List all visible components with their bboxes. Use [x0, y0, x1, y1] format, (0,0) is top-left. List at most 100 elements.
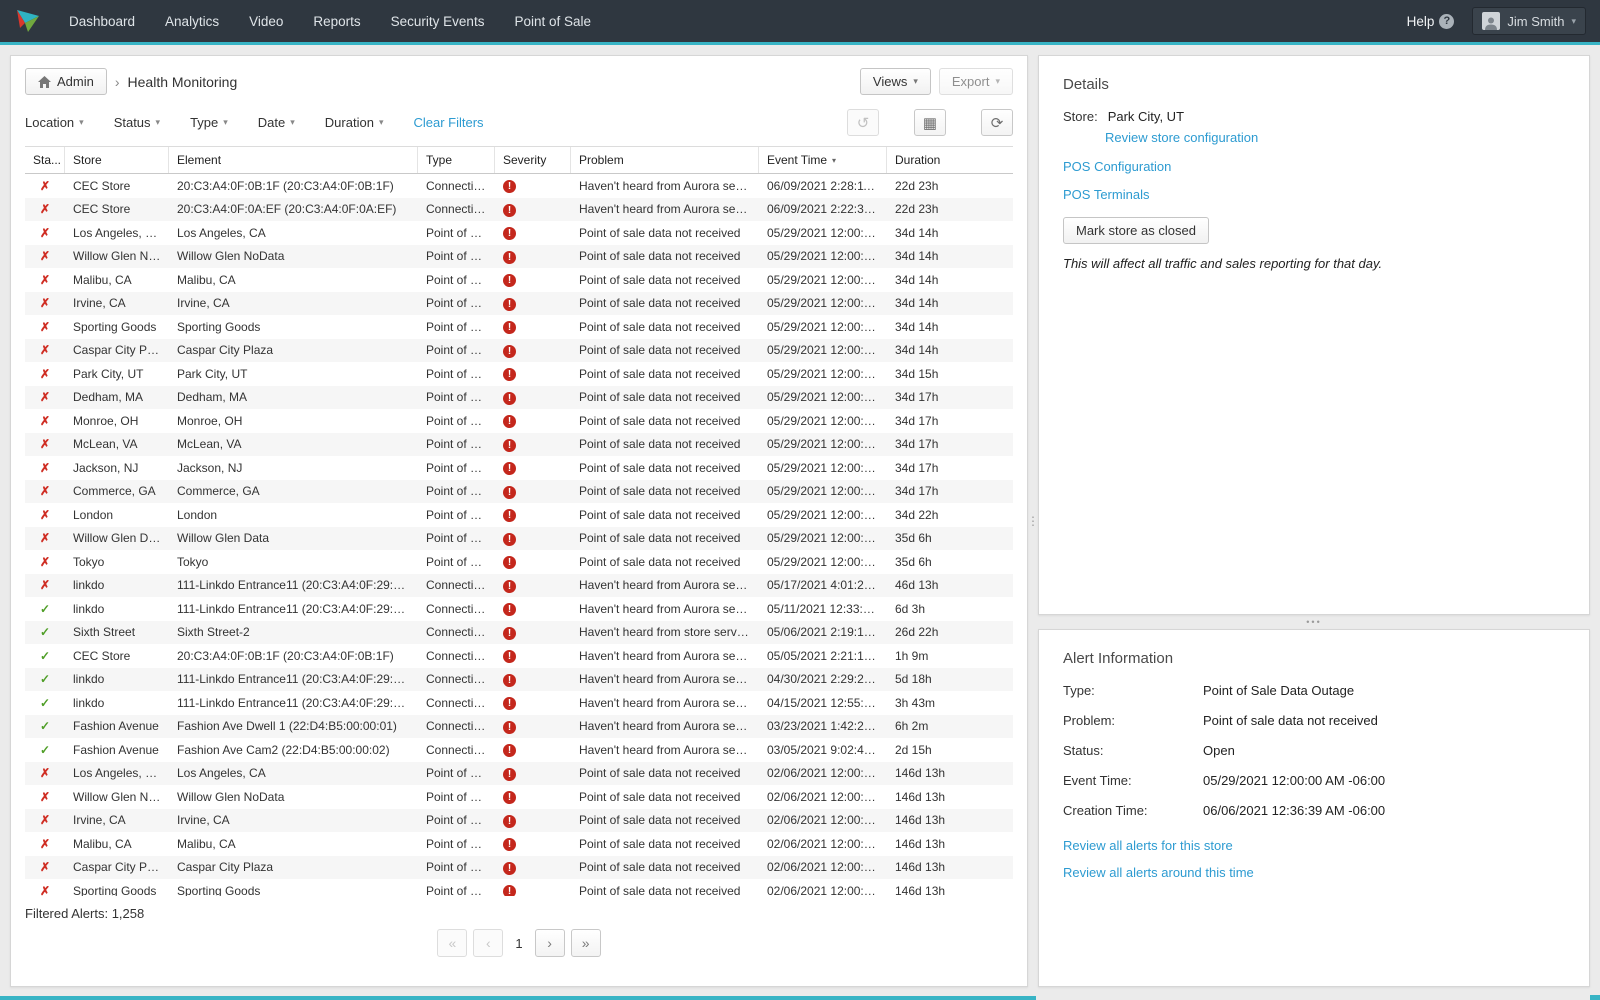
column-header-element[interactable]: Element	[169, 147, 418, 173]
review-store-configuration-link[interactable]: Review store configuration	[1105, 130, 1258, 145]
table-row[interactable]: ✗linkdo111-Linkdo Entrance11 (20:C3:A4:0…	[25, 574, 1013, 598]
column-header-type[interactable]: Type	[418, 147, 495, 173]
filter-date[interactable]: Date ▾	[258, 115, 295, 130]
pos-terminals-link[interactable]: POS Terminals	[1063, 187, 1565, 202]
cell-severity: !	[495, 742, 571, 757]
cell-problem: Point of sale data not received	[571, 766, 759, 780]
cell-type: Point of Sal...	[418, 437, 495, 451]
cell-type: Point of Sal...	[418, 367, 495, 381]
status-error-icon: ✗	[25, 837, 65, 851]
nav-item-analytics[interactable]: Analytics	[152, 0, 232, 44]
status-error-icon: ✗	[25, 202, 65, 216]
severity-critical-icon: !	[503, 251, 516, 264]
table-row[interactable]: ✓Sixth StreetSixth Street-2Connectivity!…	[25, 621, 1013, 645]
last-page-button[interactable]: »	[571, 929, 601, 957]
filter-location[interactable]: Location ▾	[25, 115, 84, 130]
table-row[interactable]: ✗Malibu, CAMalibu, CAPoint of Sal...!Poi…	[25, 832, 1013, 856]
table-row[interactable]: ✗Willow Glen DataWillow Glen DataPoint o…	[25, 527, 1013, 551]
column-header-status[interactable]: Sta...	[25, 147, 65, 173]
cell-element: Monroe, OH	[169, 414, 418, 428]
review-alerts-time-link[interactable]: Review all alerts around this time	[1063, 865, 1565, 880]
cell-problem: Point of sale data not received	[571, 437, 759, 451]
table-row[interactable]: ✗Irvine, CAIrvine, CAPoint of Sal...!Poi…	[25, 292, 1013, 316]
status-ok-icon: ✓	[25, 649, 65, 663]
table-row[interactable]: ✗Los Angeles, CALos Angeles, CAPoint of …	[25, 221, 1013, 245]
vertical-resize-handle[interactable]: ⋮	[1028, 55, 1038, 987]
cell-element: Irvine, CA	[169, 813, 418, 827]
column-header-duration[interactable]: Duration	[887, 147, 1013, 173]
table-row[interactable]: ✗Monroe, OHMonroe, OHPoint of Sal...!Poi…	[25, 409, 1013, 433]
filter-status[interactable]: Status ▾	[114, 115, 160, 130]
cell-element: Caspar City Plaza	[169, 343, 418, 357]
table-row[interactable]: ✗Los Angeles, CALos Angeles, CAPoint of …	[25, 762, 1013, 786]
cell-event-time: 02/06/2021 12:00:00 ...	[759, 837, 887, 851]
table-row[interactable]: ✗CEC Store20:C3:A4:0F:0B:1F (20:C3:A4:0F…	[25, 174, 1013, 198]
filter-duration[interactable]: Duration ▾	[325, 115, 384, 130]
pos-configuration-link[interactable]: POS Configuration	[1063, 159, 1565, 174]
nav-item-security-events[interactable]: Security Events	[378, 0, 498, 44]
severity-critical-icon: !	[503, 815, 516, 828]
table-row[interactable]: ✓linkdo111-Linkdo Entrance11 (20:C3:A4:0…	[25, 597, 1013, 621]
table-row[interactable]: ✗Malibu, CAMalibu, CAPoint of Sal...!Poi…	[25, 268, 1013, 292]
export-button[interactable]: Export ▾	[939, 68, 1013, 95]
sort-desc-icon: ▾	[832, 156, 836, 165]
column-header-problem[interactable]: Problem	[571, 147, 759, 173]
column-header-store[interactable]: Store	[65, 147, 169, 173]
table-row[interactable]: ✗Willow Glen No...Willow Glen NoDataPoin…	[25, 785, 1013, 809]
table-row[interactable]: ✗Dedham, MADedham, MAPoint of Sal...!Poi…	[25, 386, 1013, 410]
table-row[interactable]: ✗McLean, VAMcLean, VAPoint of Sal...!Poi…	[25, 433, 1013, 457]
table-row[interactable]: ✗Willow Glen No...Willow Glen NoDataPoin…	[25, 245, 1013, 269]
help-menu[interactable]: Help ?	[1407, 14, 1455, 29]
user-menu[interactable]: Jim Smith ▾	[1472, 7, 1586, 35]
table-row[interactable]: ✓Fashion AvenueFashion Ave Dwell 1 (22:D…	[25, 715, 1013, 739]
column-header-event-time[interactable]: Event Time ▾	[759, 147, 887, 173]
cell-duration: 34d 17h	[887, 484, 1013, 498]
admin-button-label: Admin	[57, 74, 94, 89]
clear-filters-link[interactable]: Clear Filters	[413, 115, 483, 130]
horizontal-resize-handle[interactable]: •••	[1038, 615, 1590, 629]
filter-type[interactable]: Type ▾	[190, 115, 228, 130]
nav-item-video[interactable]: Video	[236, 0, 296, 44]
cell-problem: Haven't heard from Aurora sensor...	[571, 743, 759, 757]
table-row[interactable]: ✓linkdo111-Linkdo Entrance11 (20:C3:A4:0…	[25, 668, 1013, 692]
table-row[interactable]: ✗CEC Store20:C3:A4:0F:0A:EF (20:C3:A4:0F…	[25, 198, 1013, 222]
column-header-severity[interactable]: Severity	[495, 147, 571, 173]
next-page-button[interactable]: ›	[535, 929, 565, 957]
refresh-button[interactable]: ⟳	[981, 109, 1013, 136]
table-row[interactable]: ✗Sporting GoodsSporting GoodsPoint of Sa…	[25, 315, 1013, 339]
table-row[interactable]: ✗LondonLondonPoint of Sal...!Point of sa…	[25, 503, 1013, 527]
cell-problem: Point of sale data not received	[571, 461, 759, 475]
undo-button[interactable]: ↺	[847, 109, 879, 136]
cell-duration: 146d 13h	[887, 813, 1013, 827]
nav-item-dashboard[interactable]: Dashboard	[56, 0, 148, 44]
table-row[interactable]: ✗Jackson, NJJackson, NJPoint of Sal...!P…	[25, 456, 1013, 480]
prev-page-button[interactable]: ‹	[473, 929, 503, 957]
table-row[interactable]: ✓linkdo111-Linkdo Entrance11 (20:C3:A4:0…	[25, 691, 1013, 715]
mark-store-closed-button[interactable]: Mark store as closed	[1063, 217, 1209, 244]
store-label: Store:	[1063, 109, 1098, 124]
review-alerts-store-link[interactable]: Review all alerts for this store	[1063, 838, 1565, 853]
cell-element: Caspar City Plaza	[169, 860, 418, 874]
table-row[interactable]: ✗Caspar City PlazaCaspar City PlazaPoint…	[25, 339, 1013, 363]
first-page-button[interactable]: «	[437, 929, 467, 957]
table-row[interactable]: ✗Irvine, CAIrvine, CAPoint of Sal...!Poi…	[25, 809, 1013, 833]
field-label: Status:	[1063, 743, 1203, 758]
views-button[interactable]: Views ▾	[860, 68, 931, 95]
admin-button[interactable]: Admin	[25, 68, 107, 95]
columns-button[interactable]: ▦	[914, 109, 946, 136]
horizontal-scrollbar-thumb[interactable]	[0, 996, 1036, 1000]
cell-type: Connectivity	[418, 602, 495, 616]
severity-critical-icon: !	[503, 791, 516, 804]
nav-item-point-of-sale[interactable]: Point of Sale	[501, 0, 604, 44]
app-logo-icon[interactable]	[14, 7, 42, 35]
table-row[interactable]: ✗Caspar City PlazaCaspar City PlazaPoint…	[25, 856, 1013, 880]
cell-type: Point of Sal...	[418, 390, 495, 404]
table-row[interactable]: ✓Fashion AvenueFashion Ave Cam2 (22:D4:B…	[25, 738, 1013, 762]
table-row[interactable]: ✗TokyoTokyoPoint of Sal...!Point of sale…	[25, 550, 1013, 574]
table-row[interactable]: ✓CEC Store20:C3:A4:0F:0B:1F (20:C3:A4:0F…	[25, 644, 1013, 668]
table-row[interactable]: ✗Sporting GoodsSporting GoodsPoint of Sa…	[25, 879, 1013, 896]
chevron-down-icon: ▾	[79, 117, 84, 128]
table-row[interactable]: ✗Park City, UTPark City, UTPoint of Sal.…	[25, 362, 1013, 386]
nav-item-reports[interactable]: Reports	[300, 0, 373, 44]
table-row[interactable]: ✗Commerce, GACommerce, GAPoint of Sal...…	[25, 480, 1013, 504]
